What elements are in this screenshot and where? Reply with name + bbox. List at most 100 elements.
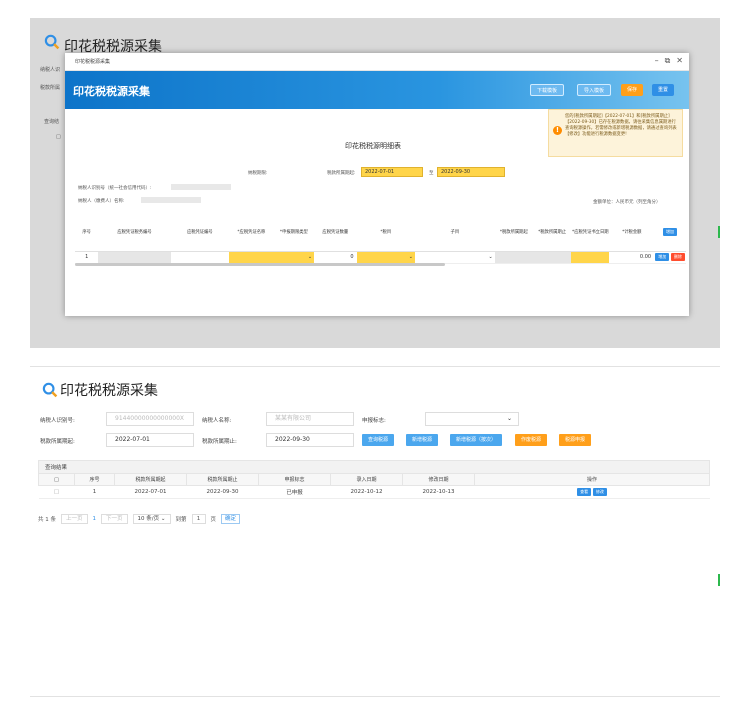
bg-label-result: 查询结 (44, 119, 60, 125)
warning-tip-text: 您的[税款所属期起]【2022-07-01】和[税款所属期止]【2022-09-… (565, 114, 677, 137)
minimize-icon[interactable]: – (655, 56, 659, 66)
add-source-button[interactable]: 新增税源 (406, 434, 439, 446)
side-marker (718, 226, 720, 238)
bg-checkbox: □ (56, 134, 61, 140)
declare-source-button[interactable]: 税源申报 (559, 434, 592, 446)
pager-size-value: 10 条/页 (137, 516, 160, 522)
col-period-end: *税款所属期止 (532, 213, 572, 252)
horizontal-scrollbar[interactable] (75, 263, 445, 266)
close-icon[interactable]: ✕ (676, 56, 683, 66)
result-table: 查询结果 □ 序号 税款所属期起 税款所属期止 申报标志 录入日期 修改日期 操… (38, 460, 710, 499)
pager-total: 共 1 条 (38, 517, 56, 523)
warning-icon: ! (553, 126, 562, 135)
col-sub-item: 子目 (415, 213, 495, 252)
row-period-start (494, 251, 533, 264)
col-declare-type: *申报期限类型 (273, 213, 315, 252)
search-icon (44, 34, 60, 50)
row-delete-button[interactable]: 删除 (670, 253, 685, 261)
add-source-per-time-button[interactable]: 新增税源（按次） (450, 434, 503, 446)
col-modified-date: 修改日期 (402, 473, 475, 486)
col-voucher-qty: 应税凭证数量 (314, 213, 357, 252)
period-end-input[interactable]: 2022-09-30 (266, 433, 354, 447)
bottom-screenshot: 印花税税源采集 纳税人识别号: 91440000000000000X 纳税人名称… (30, 370, 720, 695)
row-period-end: 2022-09-30 (186, 485, 259, 499)
tax-period-to: 至 (429, 171, 434, 176)
query-source-button[interactable]: 查询税源 (362, 434, 395, 446)
row-voucher-name-input[interactable] (229, 251, 274, 264)
taxpayer-name-blurred (141, 197, 201, 203)
row-checkbox[interactable]: □ (38, 485, 75, 499)
declare-flag-label: 申报标志: (362, 418, 386, 424)
row-period-end (532, 251, 572, 264)
edit-button[interactable]: 修改 (592, 488, 607, 496)
page-title: 印花税税源采集 (60, 383, 158, 399)
col-operation: 操作 (474, 473, 710, 486)
tax-period-end-input[interactable]: 2022-09-30 (437, 167, 505, 177)
period-start-input[interactable]: 2022-07-01 (106, 433, 194, 447)
row-voucher-tax-no (98, 251, 171, 264)
pager-size-select[interactable]: 10 条/页 ⌄ (132, 514, 171, 524)
restore-icon[interactable]: ⧉ (665, 56, 671, 66)
taxpayer-name-input[interactable]: 某某有限公司 (266, 412, 354, 426)
window-controls: – ⧉ ✕ (655, 56, 683, 66)
row-tax-item-select[interactable]: ⌄ (356, 251, 415, 264)
add-row-button[interactable]: 增加 (663, 227, 678, 236)
row-modified-date: 2022-10-13 (402, 485, 475, 499)
tax-period-label: 税款所属期起: (327, 171, 356, 176)
col-entry-date: 录入日期 (330, 473, 403, 486)
row-index: 1 (74, 485, 115, 499)
col-period-start: 税款所属期起 (114, 473, 187, 486)
row-voucher-no[interactable] (170, 251, 230, 264)
period-start-label: 税款所属期起: (40, 439, 75, 445)
import-template-button[interactable]: 导入模板 (577, 84, 612, 96)
unit-label: 金额单位：人民币元（列至角分） (593, 200, 661, 205)
modal-titlebar: 印花税税源采集 (65, 53, 689, 71)
row-period-start: 2022-07-01 (114, 485, 187, 499)
void-source-button[interactable]: 作废税源 (515, 434, 548, 446)
result-caption: 查询结果 (38, 460, 710, 474)
pager-next-button[interactable]: 下一页 (101, 514, 128, 524)
table-row: □ 1 2022-07-01 2022-09-30 已申报 2022-10-12… (38, 485, 710, 499)
col-voucher-name: *应税凭证名称 (229, 213, 274, 252)
col-check[interactable]: □ (38, 473, 75, 486)
row-voucher-date-input[interactable] (571, 251, 610, 264)
pager-page-number[interactable]: 1 (93, 516, 97, 522)
divider-line (30, 366, 720, 367)
search-icon (42, 382, 58, 398)
pager-goto-input[interactable]: 1 (191, 514, 206, 524)
taxpayer-id-label: 纳税人识别号: (40, 418, 75, 424)
taxpayer-id-label: 纳税人识别号（统一社会信用代码）: (78, 186, 152, 191)
row-tax-amount[interactable]: 0.00 (609, 251, 655, 264)
col-tax-amount: *计税金额 (609, 213, 655, 252)
save-button[interactable]: 保存 (621, 84, 644, 96)
taxpayer-id-blurred (171, 184, 231, 190)
detail-table: 序号 应税凭证税务编号 应税凭证编号 *应税凭证名称 *申报期限类型 应税凭证数… (75, 213, 686, 264)
row-declare-type-select[interactable]: ⌄ (273, 251, 315, 264)
bg-label-taxpayer-id: 纳税人识 (40, 67, 61, 73)
taxpayer-name-label: 纳税人名称: (202, 418, 232, 424)
tax-period-start-input[interactable]: 2022-07-01 (361, 167, 423, 177)
row-actions: 增加 删除 (654, 251, 686, 264)
reset-button[interactable]: 重置 (652, 84, 675, 96)
row-voucher-qty[interactable]: 0 (314, 251, 357, 264)
col-period-start: *税款所属期起 (494, 213, 533, 252)
result-caption-row: 查询结果 (38, 460, 710, 474)
modal-banner: 印花税税源采集 下载模板 导入模板 保存 重置 (65, 71, 689, 109)
col-declare-flag: 申报标志 (258, 473, 331, 486)
row-add-button[interactable]: 增加 (655, 253, 670, 261)
download-template-button[interactable]: 下载模板 (530, 84, 565, 96)
col-voucher-no: 应税凭证编号 (170, 213, 230, 252)
pager-confirm-button[interactable]: 确定 (221, 514, 241, 524)
taxpayer-id-input[interactable]: 91440000000000000X (106, 412, 194, 426)
declare-flag-select[interactable]: ⌄ (425, 412, 519, 426)
col-action: 增加 (654, 213, 686, 252)
pager-prev-button[interactable]: 上一页 (61, 514, 88, 524)
levy-period-label: 纳税期限: (248, 171, 268, 176)
source-detail-modal: 印花税税源采集 – ⧉ ✕ 印花税税源采集 下载模板 导入模板 保存 重置 ! … (65, 53, 689, 316)
detail-table-header: 序号 应税凭证税务编号 应税凭证编号 *应税凭证名称 *申报期限类型 应税凭证数… (75, 213, 686, 252)
taxpayer-name-label: 纳税人（缴费人）名称: (78, 199, 125, 204)
chevron-down-icon: ⌄ (408, 254, 413, 260)
modal-window-title: 印花税税源采集 (75, 59, 111, 65)
view-button[interactable]: 查看 (577, 488, 592, 496)
row-sub-item-select[interactable]: ⌄ (415, 251, 495, 264)
